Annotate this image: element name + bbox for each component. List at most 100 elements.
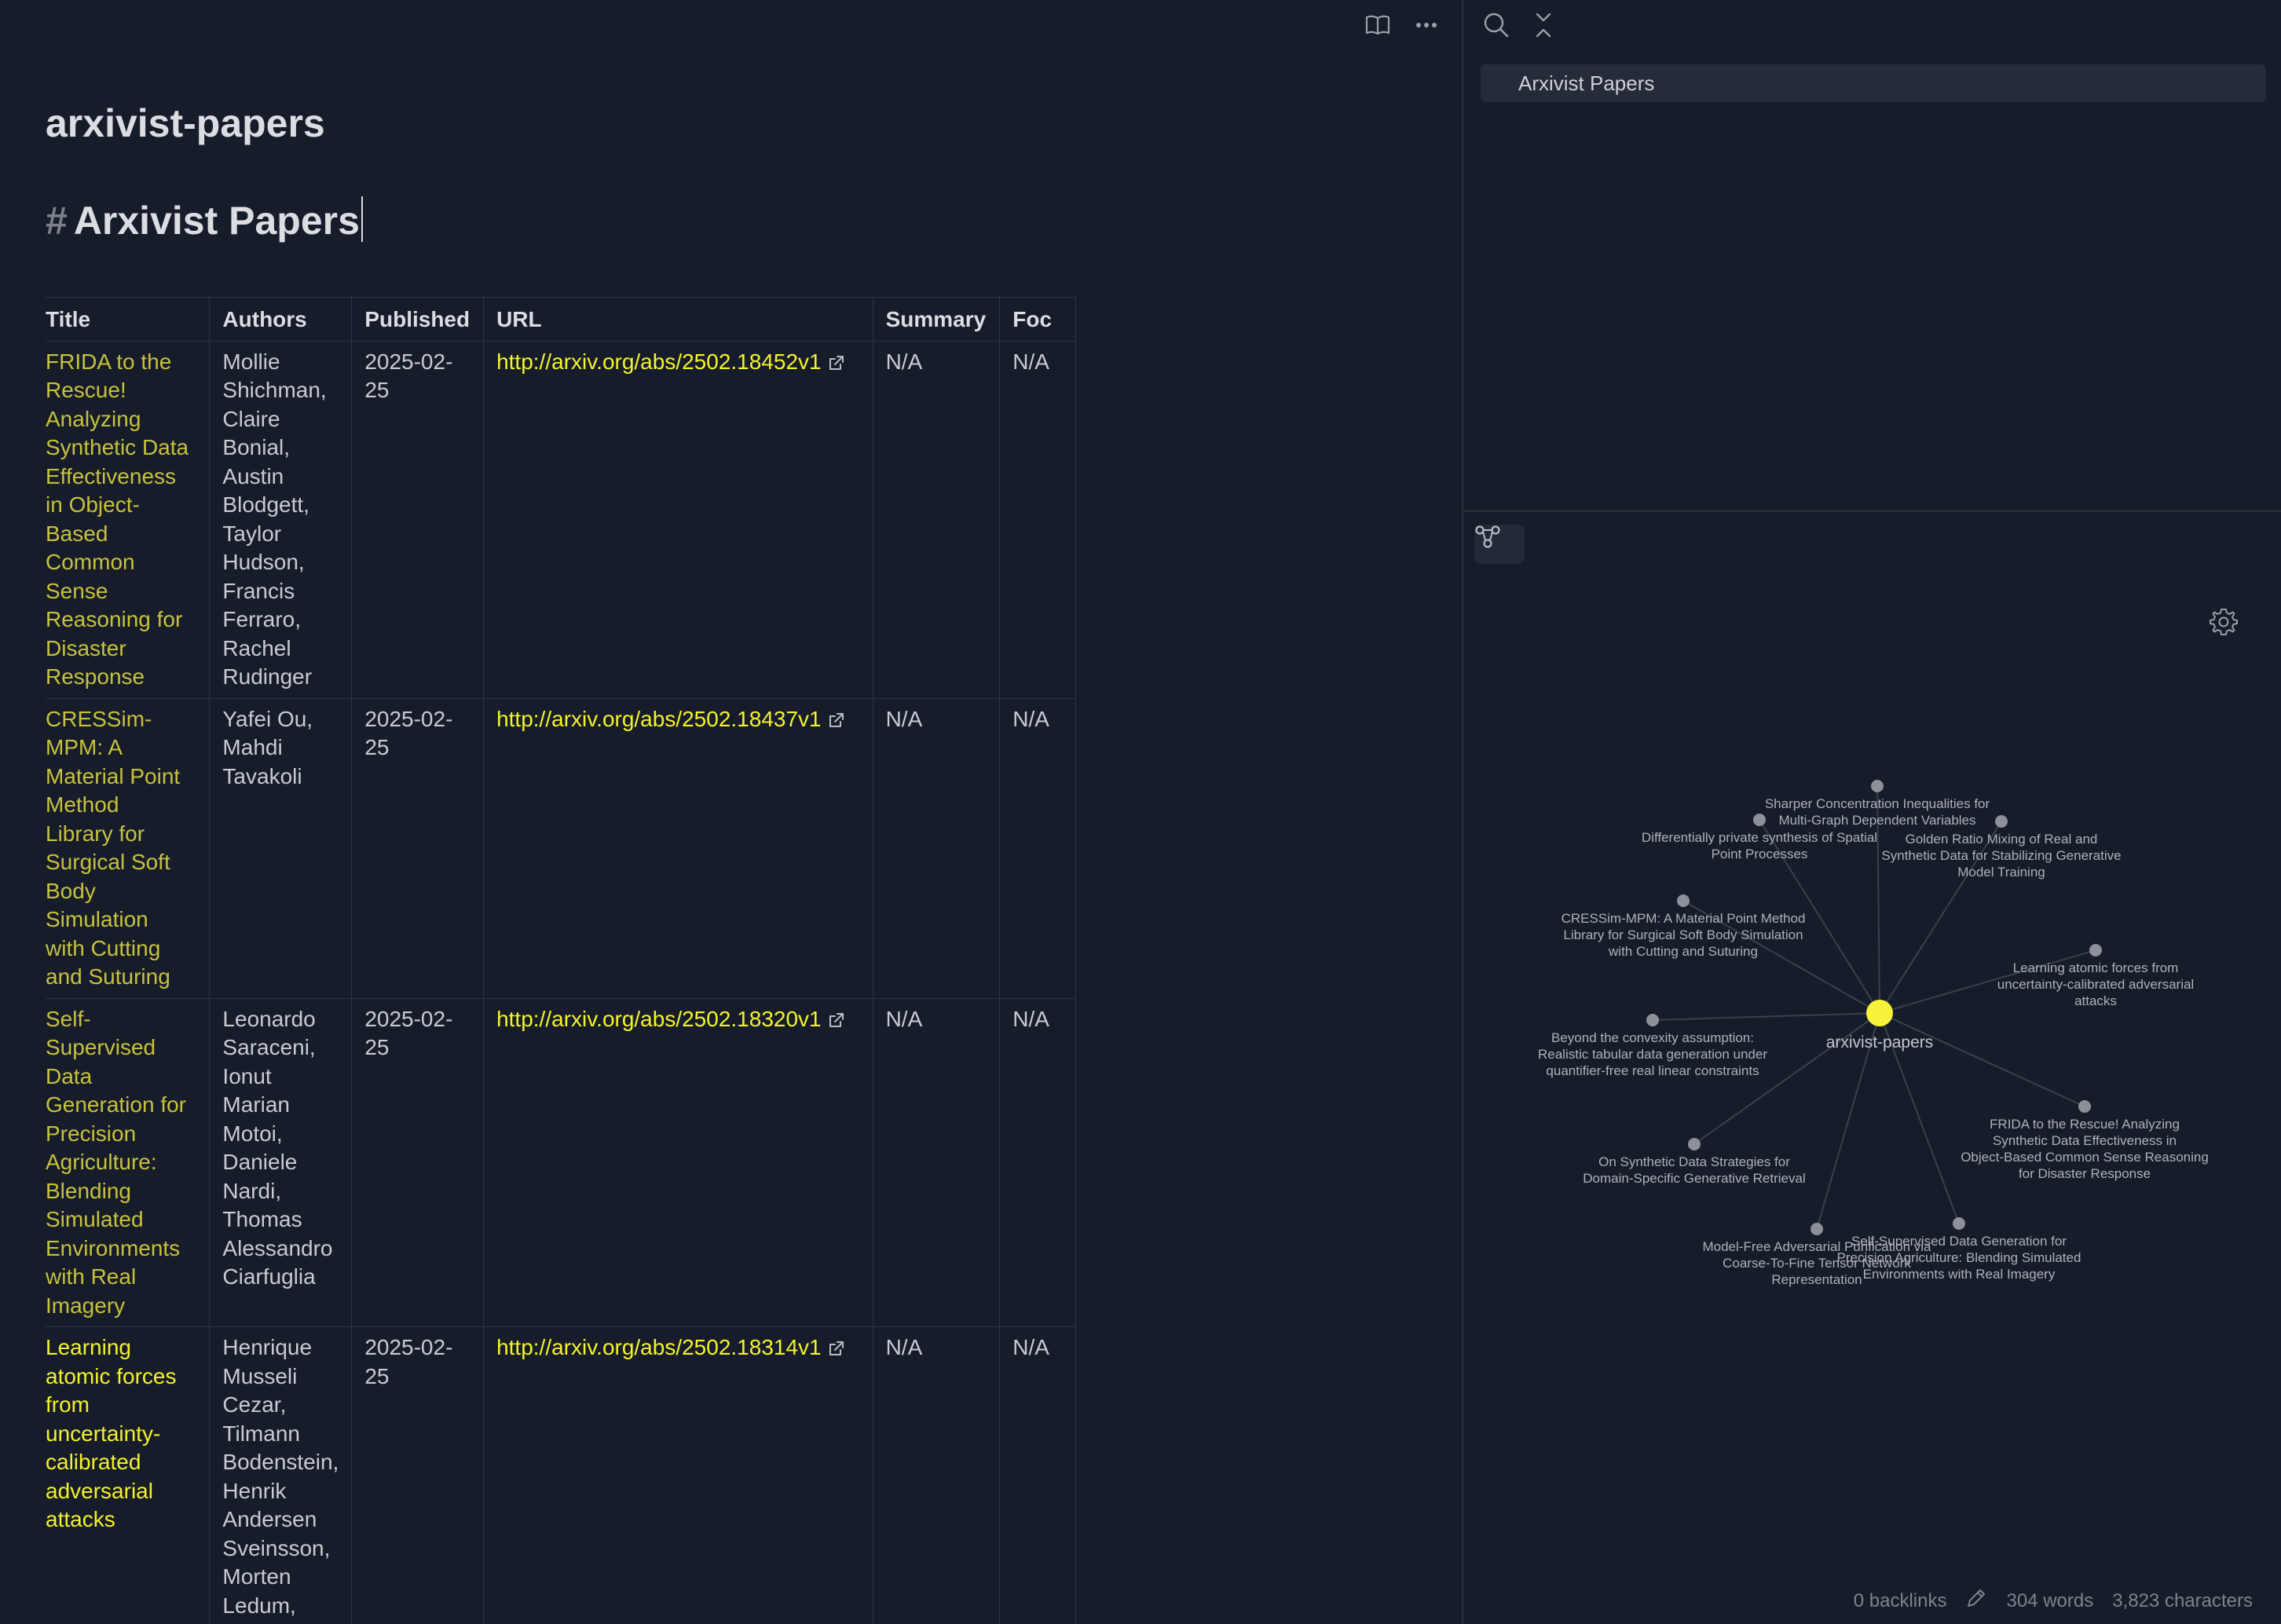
table-row: FRIDA to the Rescue! Analyzing Synthetic Da… <box>46 340 1076 699</box>
url-cell: http://arxiv.org/abs/2502.18320v1 <box>483 997 873 1327</box>
cell-line: Based <box>46 521 108 546</box>
graph-node[interactable] <box>1953 1217 1965 1230</box>
graph-label-line: Model Training <box>1957 865 2045 880</box>
cell-line: Ledum, <box>222 1593 296 1618</box>
cell-line: Simulation <box>46 907 148 931</box>
graph-node[interactable] <box>1995 815 2008 828</box>
cell-line: Response <box>46 664 145 689</box>
external-link-icon[interactable] <box>828 708 845 727</box>
paper-url-link[interactable]: http://arxiv.org/abs/2502.18320v1 <box>496 1007 822 1031</box>
paper-url-link[interactable]: http://arxiv.org/abs/2502.18437v1 <box>496 707 822 731</box>
graph-edge <box>1652 1012 1880 1021</box>
pencil-icon[interactable] <box>1965 1587 1987 1615</box>
cell-line: CRESSim- <box>46 706 152 731</box>
graph-node[interactable] <box>1871 780 1884 792</box>
graph-node[interactable] <box>1677 894 1690 907</box>
graph-label-line: CRESSim-MPM: A Material Point Method <box>1562 911 1806 926</box>
summary-cell: N/A <box>872 697 1001 999</box>
more-horizontal-icon[interactable] <box>1411 9 1442 41</box>
external-link-icon[interactable] <box>828 1008 845 1027</box>
cell-line: 2025-02- <box>364 706 453 731</box>
published-cell: 2025-02- 25 <box>351 697 485 999</box>
graph-label-line: Synthetic Data for Stabilizing Generativ… <box>1881 848 2121 863</box>
summary-cell: N/A <box>872 997 1001 1327</box>
foc-cell: N/A <box>999 340 1076 699</box>
cell-line: 25 <box>364 1363 390 1388</box>
graph-label-line: Domain-Specific Generative Retrieval <box>1583 1171 1805 1186</box>
outline-item-heading[interactable]: Arxivist Papers <box>1481 64 2266 102</box>
graph-label-line: with Cutting and Suturing <box>1608 944 1758 959</box>
word-count: 304 words <box>2006 1589 2094 1611</box>
graph-node-label: On Synthetic Data Strategies for Domain-S… <box>1583 1154 1805 1186</box>
cell-line: Henrik <box>222 1478 287 1503</box>
paper-url-link[interactable]: http://arxiv.org/abs/2502.18314v1 <box>496 1335 822 1359</box>
paper-title-link[interactable]: Self- Supervised Data Generation for Precisi… <box>46 997 211 1327</box>
editor-pane: arxivist-papers # Arxivist Papers Title A… <box>0 0 1461 1624</box>
column-header-published[interactable]: Published <box>351 297 485 342</box>
book-open-icon[interactable] <box>1362 9 1393 41</box>
view-actions <box>1362 9 1442 41</box>
paper-title-link[interactable]: FRIDA to the Rescue! Analyzing Synthetic Da… <box>46 340 211 699</box>
cell-line: Environments <box>46 1235 181 1260</box>
graph-node[interactable] <box>1646 1014 1659 1026</box>
papers-table: Title Authors Published URL Summary Foc … <box>46 297 1076 1624</box>
cell-line: adversarial <box>46 1478 153 1503</box>
graph-node[interactable] <box>2078 1100 2091 1113</box>
note-title[interactable]: arxivist-papers <box>46 101 325 146</box>
column-header-foc[interactable]: Foc <box>999 297 1076 342</box>
graph-node[interactable] <box>1753 814 1766 826</box>
cell-line: Blending <box>46 1178 131 1203</box>
cell-line: and Suturing <box>46 964 170 989</box>
cell-line: Library for <box>46 821 145 846</box>
search-icon[interactable] <box>1481 9 1512 41</box>
cell-line: Taylor <box>222 521 282 546</box>
cell-line: Henrique <box>222 1335 313 1359</box>
url-cell: http://arxiv.org/abs/2502.18314v1 <box>483 1326 873 1624</box>
cell-line: Thomas <box>222 1207 302 1231</box>
cell-line: Nardi, <box>222 1178 282 1203</box>
text-cursor <box>361 196 363 242</box>
cell-line: Alessandro <box>222 1235 333 1260</box>
heading-text: Arxivist Papers <box>73 199 360 243</box>
graph-node[interactable] <box>1688 1138 1701 1150</box>
graph-center-node[interactable] <box>1866 1000 1893 1026</box>
external-link-icon[interactable] <box>828 1336 845 1355</box>
cell-line: Ferraro, <box>222 607 301 631</box>
cell-line: Bonial, <box>222 435 291 459</box>
graph-label-line: quantifier-free real linear constraints <box>1546 1063 1759 1078</box>
heading-h1[interactable]: # Arxivist Papers <box>46 196 363 243</box>
collapse-all-icon[interactable] <box>1528 9 1559 41</box>
graph-label-line: for Disaster Response <box>2019 1166 2151 1181</box>
cell-line: Surgical Soft <box>46 850 170 874</box>
column-header-authors[interactable]: Authors <box>209 297 353 342</box>
character-count: 3,823 characters <box>2112 1589 2253 1611</box>
paper-title-link[interactable]: Learning atomic forces from uncertainty-cal… <box>46 1326 211 1624</box>
cell-line: Mahdi <box>222 735 283 759</box>
app-window: arxivist-papers # Arxivist Papers Title A… <box>0 0 2281 1624</box>
cell-line: Bodenstein, <box>222 1450 339 1474</box>
url-cell: http://arxiv.org/abs/2502.18452v1 <box>483 340 873 699</box>
paper-title-link[interactable]: CRESSim- MPM: A Material Point Method Librar… <box>46 697 211 999</box>
authors-cell: Leonardo Saraceni, Ionut Marian Motoi, Danie… <box>209 997 353 1327</box>
cell-line: Blodgett, <box>222 492 309 517</box>
graph-node[interactable] <box>1811 1223 1823 1235</box>
authors-cell: Mollie Shichman, Claire Bonial, Austin Blodge… <box>209 340 353 699</box>
paper-url-link[interactable]: http://arxiv.org/abs/2502.18452v1 <box>496 349 822 374</box>
column-header-summary[interactable]: Summary <box>872 297 1001 342</box>
graph-center-label: arxivist-papers <box>1826 1033 1934 1052</box>
foc-cell: N/A <box>999 697 1076 999</box>
column-header-url[interactable]: URL <box>483 297 873 342</box>
external-link-icon[interactable] <box>828 350 845 370</box>
graph-label-line: Beyond the convexity assumption: <box>1551 1030 1754 1045</box>
cell-line: 25 <box>364 1035 390 1059</box>
graph-node[interactable] <box>2089 944 2102 956</box>
cell-line: Common <box>46 550 135 574</box>
backlinks-count[interactable]: 0 backlinks <box>1854 1590 1947 1612</box>
cell-line: Andersen <box>222 1507 317 1531</box>
cell-line: Simulated <box>46 1207 144 1231</box>
table-row: CRESSim- MPM: A Material Point Method Librar… <box>46 697 1076 999</box>
cell-line: Tavakoli <box>222 763 302 788</box>
column-header-title[interactable]: Title <box>46 297 211 342</box>
outline-toolbar <box>1481 9 1559 41</box>
graph-canvas[interactable]: Sharper Concentration Inequalities for Mu… <box>1463 512 2281 1624</box>
